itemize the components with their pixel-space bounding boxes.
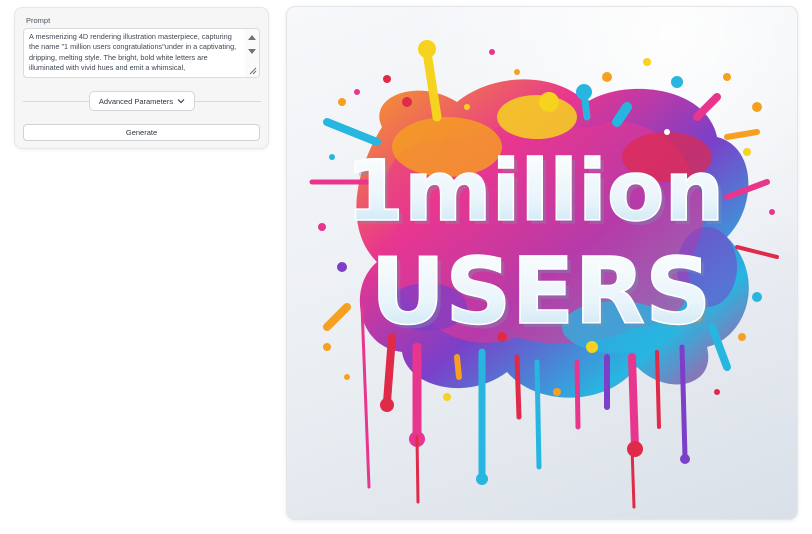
- advanced-parameters-label: Advanced Parameters: [98, 96, 174, 106]
- prompt-textarea[interactable]: A mesmerizing 4D rendering illustration …: [29, 32, 241, 76]
- chevron-down-icon: [177, 99, 185, 104]
- prompt-label: Prompt: [26, 16, 51, 25]
- generated-image-artwork: 1million 1million USERS USERS: [287, 7, 797, 519]
- generate-button[interactable]: Generate: [23, 124, 260, 141]
- artwork-text-line2: USERS: [371, 238, 712, 345]
- settings-panel: Prompt A mesmerizing 4D rendering illust…: [14, 7, 269, 149]
- resize-handle-icon[interactable]: [249, 67, 257, 75]
- generated-image: 1million 1million USERS USERS: [286, 6, 798, 520]
- advanced-parameters-button[interactable]: Advanced Parameters: [89, 91, 195, 111]
- prompt-textarea-container: A mesmerizing 4D rendering illustration …: [23, 28, 260, 78]
- scroll-down-arrow-icon[interactable]: [248, 49, 256, 54]
- divider-right: [195, 101, 261, 102]
- divider-left: [23, 101, 89, 102]
- generate-label: Generate: [125, 128, 158, 137]
- scroll-up-arrow-icon[interactable]: [248, 35, 256, 40]
- artwork-text-line1: 1million: [346, 142, 725, 240]
- artwork-text: 1million 1million USERS USERS: [345, 141, 728, 349]
